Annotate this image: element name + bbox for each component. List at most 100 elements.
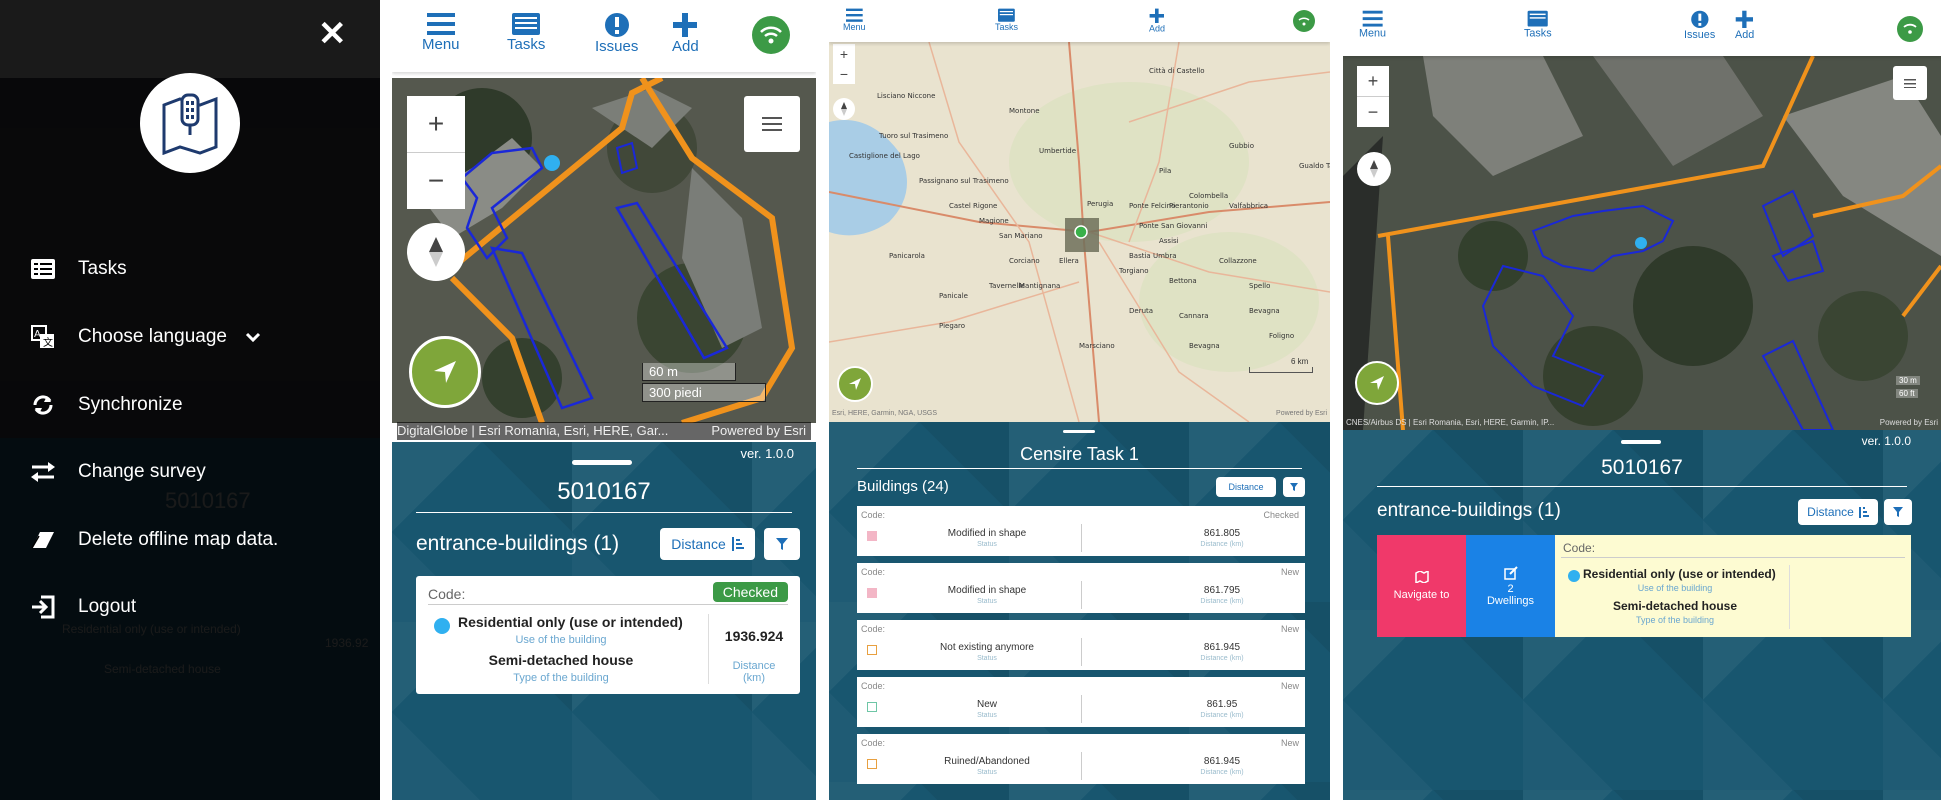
detail-panel: ver. 1.0.0 5010167 entrance-buildings (1… — [1343, 430, 1941, 800]
zoom-in-button[interactable]: + — [1357, 66, 1389, 97]
type-value: Semi-detached house — [488, 652, 634, 668]
menu-item-synchronize[interactable]: Synchronize — [30, 385, 183, 425]
place-label: Bastia Umbra — [1129, 252, 1177, 260]
toolbar-menu-button[interactable]: Menu — [422, 12, 460, 53]
list-icon — [1904, 78, 1916, 88]
zoom-out-button[interactable]: − — [833, 64, 855, 84]
code-label: Code: — [861, 738, 886, 748]
distance-value: 861.945 — [1203, 756, 1241, 767]
locate-button[interactable] — [1355, 361, 1399, 405]
plus-icon — [1149, 8, 1165, 23]
filter-icon — [1893, 507, 1903, 517]
tasks-icon — [998, 8, 1015, 22]
place-label: Panicarola — [889, 252, 925, 260]
distance-value: 861.805 — [1203, 528, 1241, 539]
menu-item-change-survey[interactable]: Change survey — [30, 452, 206, 492]
compass-button[interactable] — [833, 98, 855, 120]
zoom-in-button[interactable]: + — [833, 44, 855, 64]
toolbar-tasks-button[interactable]: Tasks — [995, 8, 1018, 33]
building-list-row[interactable]: Code: New Ruined/Abandoned Status 861.945 Dis… — [857, 734, 1305, 784]
map-attribution: CNES/Airbus DS | Esri Romania, Esri, HER… — [1346, 418, 1555, 427]
place-label: Magione — [979, 217, 1009, 225]
layers-button[interactable] — [1893, 66, 1927, 100]
layers-button[interactable] — [744, 96, 800, 152]
zoom-out-button[interactable]: − — [407, 153, 465, 209]
toolbar-add-label: Add — [672, 38, 699, 55]
locate-button[interactable] — [409, 336, 481, 408]
toolbar-issues-button[interactable]: Issues — [1684, 10, 1715, 41]
satellite-map[interactable]: + − 30 m 60 ft CNES/Airbus DS | Esri Rom… — [1343, 56, 1941, 430]
toolbar-menu-button[interactable]: Menu — [1359, 10, 1386, 40]
place-label: Marsciano — [1079, 342, 1115, 350]
dwellings-button[interactable]: 2 Dwellings — [1466, 535, 1555, 637]
zoom-out-button[interactable]: − — [1357, 97, 1389, 127]
filter-button[interactable] — [1884, 499, 1912, 525]
menu-item-label: Change survey — [78, 461, 206, 482]
scale-bar — [1249, 367, 1313, 373]
use-value: Residential only (use or intended) — [458, 614, 683, 630]
locate-button[interactable] — [837, 366, 873, 402]
toolbar-menu-label: Menu — [843, 22, 866, 33]
place-label: Valfabbrica — [1229, 202, 1269, 210]
toolbar-issues-label: Issues — [1684, 28, 1716, 41]
toolbar-menu-button[interactable]: Menu — [843, 8, 866, 33]
building-card[interactable]: Code: Residential only (use or intended)… — [1555, 535, 1911, 637]
building-list-row[interactable]: Code: Checked Modified in shape Status 861.8… — [857, 506, 1305, 556]
toolbar-tasks-label: Tasks — [507, 36, 546, 53]
menu-item-logout[interactable]: Logout — [30, 587, 136, 627]
top-toolbar: Menu Tasks Add — [829, 0, 1330, 42]
scale-meters: 30 m — [1896, 376, 1920, 385]
navigate-to-button[interactable]: Navigate to — [1377, 535, 1466, 637]
row-divider — [1081, 695, 1082, 723]
compass-icon — [429, 237, 443, 267]
connection-status-button[interactable] — [752, 16, 790, 54]
toolbar-add-button[interactable]: Add — [1735, 10, 1754, 41]
compass-button[interactable] — [1357, 152, 1391, 186]
drag-handle[interactable] — [1621, 440, 1661, 444]
drag-handle[interactable] — [572, 460, 632, 465]
status-color-swatch — [867, 531, 877, 541]
sort-distance-button[interactable]: Distance — [1216, 477, 1276, 497]
row-divider — [1081, 524, 1082, 552]
code-label: Code: — [861, 624, 886, 634]
toolbar-add-button[interactable]: Add — [672, 12, 699, 55]
satellite-map[interactable]: + − 60 m 300 piedi — [392, 78, 816, 423]
navigate-to-label: Navigate to — [1393, 589, 1450, 601]
toolbar-tasks-button[interactable]: Tasks — [1524, 10, 1552, 40]
type-label: Type of the building — [513, 672, 609, 684]
menu-item-label: Choose language — [78, 326, 227, 347]
menu-item-tasks[interactable]: Tasks — [30, 249, 127, 289]
connection-status-button[interactable] — [1293, 10, 1315, 32]
connection-status-button[interactable] — [1897, 16, 1923, 42]
menu-item-choose-language[interactable]: A文 Choose language — [30, 317, 261, 357]
toolbar-tasks-button[interactable]: Tasks — [507, 12, 545, 53]
building-list-row[interactable]: Code: New New Status 861.95 Distance (km) — [857, 677, 1305, 727]
close-menu-icon[interactable]: ✕ — [318, 14, 347, 54]
sort-distance-button[interactable]: Distance — [1798, 499, 1878, 525]
filter-button[interactable] — [1283, 477, 1305, 497]
distance-label: Distance (km) — [732, 660, 776, 684]
color-dot — [1568, 570, 1580, 582]
zoom-in-button[interactable]: + — [407, 96, 465, 153]
type-value: Semi-detached house — [1612, 599, 1738, 613]
status-label: Status — [977, 655, 997, 662]
building-card[interactable]: Code: Checked Residential only (use or i… — [416, 576, 800, 694]
sort-distance-button[interactable]: Distance — [660, 528, 755, 560]
swap-icon — [30, 459, 56, 485]
svg-text:文: 文 — [43, 336, 53, 349]
building-list-row[interactable]: Code: New Modified in shape Status 861.795 Di… — [857, 563, 1305, 613]
drag-handle[interactable] — [1063, 430, 1095, 433]
dwellings-count: 2 — [1507, 582, 1514, 595]
toolbar-issues-button[interactable]: Issues — [595, 12, 638, 55]
filter-button[interactable] — [764, 528, 800, 560]
chevron-down-icon[interactable] — [245, 326, 261, 348]
building-list-row[interactable]: Code: New Not existing anymore Status 861.94… — [857, 620, 1305, 670]
topographic-map[interactable]: Castiglione del Lago Lisciano Niccone Umbe… — [829, 42, 1330, 422]
toolbar-add-button[interactable]: Add — [1149, 8, 1165, 34]
compass-icon — [1370, 160, 1378, 178]
compass-button[interactable] — [407, 223, 465, 281]
alert-icon — [604, 13, 629, 37]
menu-item-delete-offline-map[interactable]: Delete offline map data. — [30, 520, 278, 560]
tasks-icon — [1527, 10, 1548, 27]
distance-label: Distance (km) — [1200, 655, 1244, 662]
